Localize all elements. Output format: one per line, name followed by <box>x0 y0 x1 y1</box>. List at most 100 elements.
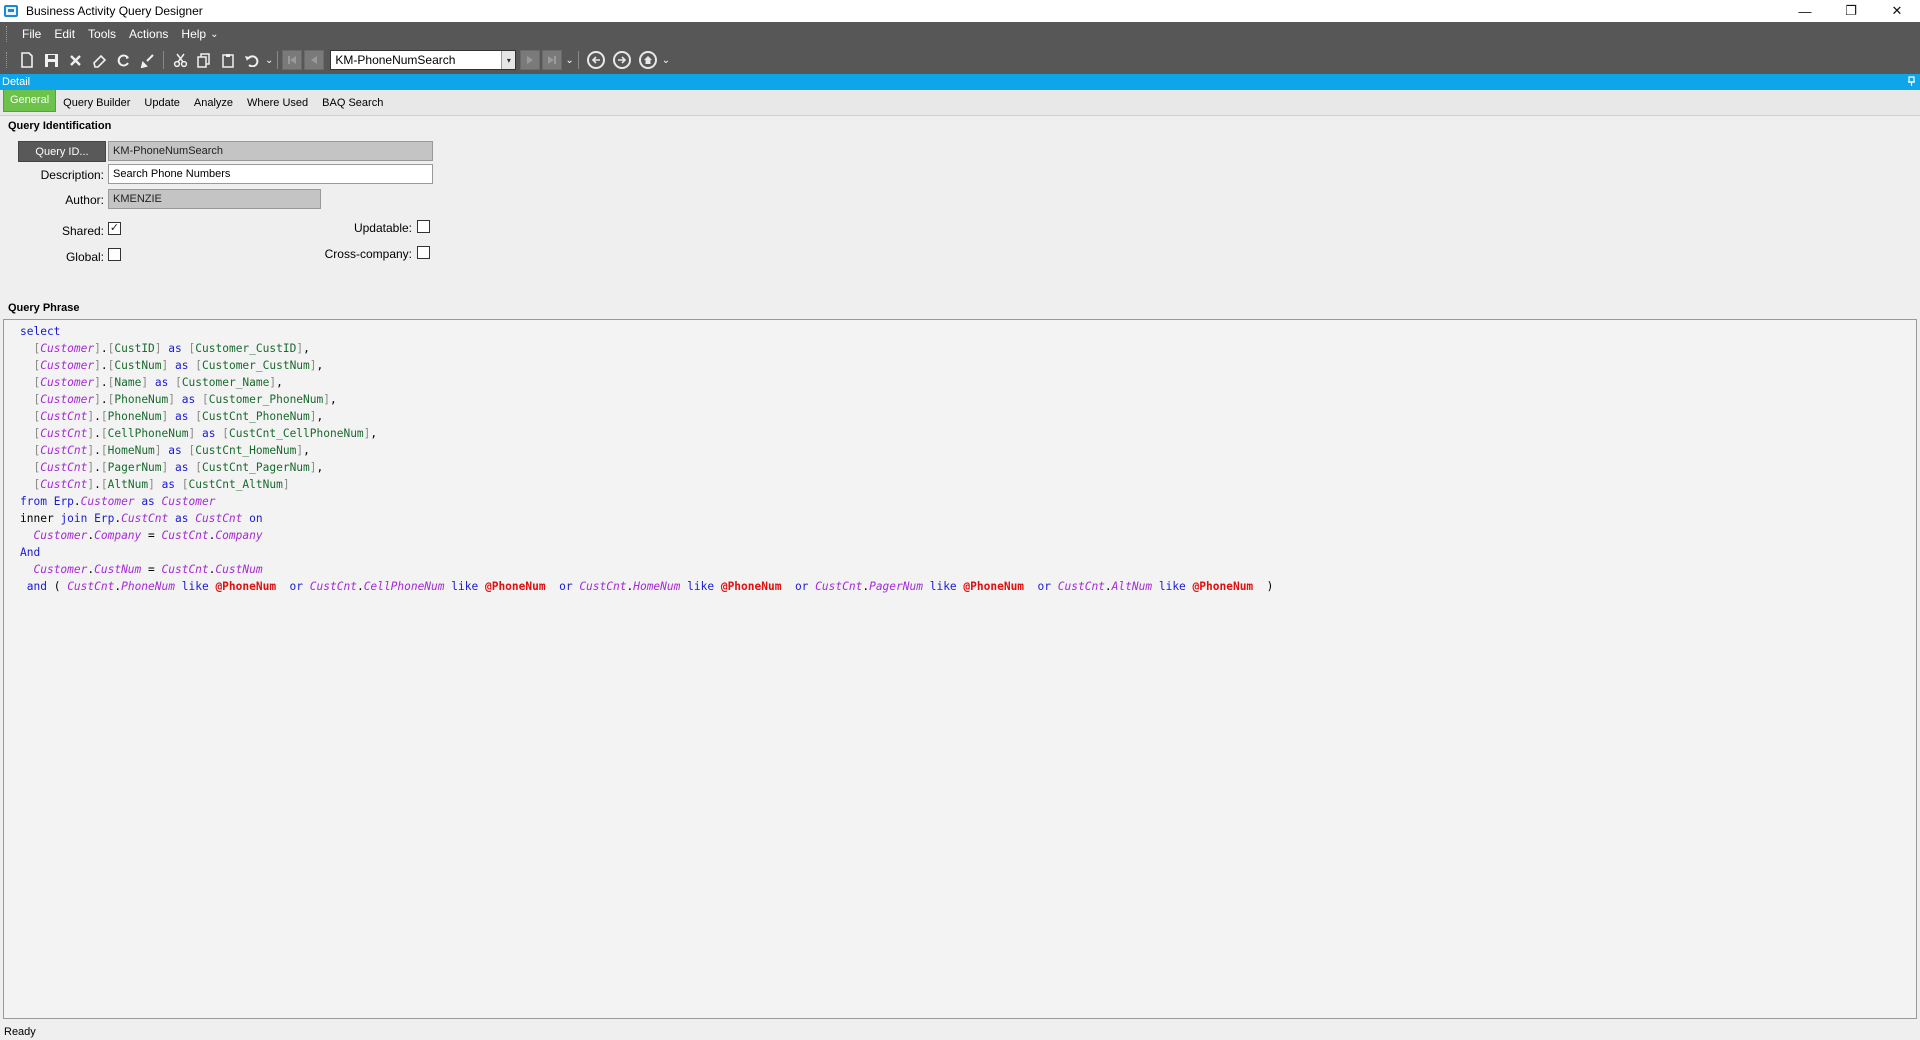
restore-button[interactable]: ❐ <box>1828 0 1874 22</box>
query-token: as <box>175 461 189 474</box>
query-token: CustCnt_PagerNum <box>202 461 310 474</box>
pin-icon[interactable] <box>1907 75 1916 89</box>
query-token: ] <box>309 410 317 423</box>
query-token: . <box>356 580 364 593</box>
query-token: . <box>100 359 108 372</box>
query-token: ] <box>309 359 317 372</box>
paste-icon[interactable] <box>216 49 240 71</box>
query-token: CustCnt_HomeNum <box>195 444 297 457</box>
query-token: CustCnt <box>195 512 243 525</box>
query-token: or <box>794 580 809 593</box>
query-id-field[interactable]: KM-PhoneNumSearch <box>108 141 433 161</box>
brush-icon[interactable] <box>135 49 159 71</box>
query-token: Customer_Name <box>181 376 270 389</box>
query-token <box>1152 580 1159 593</box>
query-token: select <box>20 325 61 338</box>
app-icon <box>4 5 18 17</box>
back-icon[interactable] <box>586 51 605 69</box>
previous-record-icon[interactable] <box>304 50 325 70</box>
delete-icon[interactable] <box>63 49 87 71</box>
tab-where-used[interactable]: Where Used <box>240 97 315 115</box>
record-selector[interactable]: KM-PhoneNumSearch ▾ <box>330 50 517 70</box>
shared-checkbox[interactable]: ✓ <box>108 222 121 235</box>
query-line: and ( CustCnt. PhoneNum like @PhoneNum or… <box>20 578 1916 595</box>
undo-icon[interactable] <box>240 49 264 71</box>
query-line: [Customer].[Name] as [Customer_Name], <box>20 374 1916 391</box>
save-icon[interactable] <box>39 49 63 71</box>
toolbar-separator <box>163 51 164 69</box>
description-field[interactable]: Search Phone Numbers <box>108 164 433 184</box>
query-token <box>20 461 33 474</box>
query-token: Customer_PhoneNum <box>208 393 324 406</box>
query-token <box>1051 580 1058 593</box>
query-token: CustNum <box>114 359 162 372</box>
status-bar: Ready <box>0 1024 1920 1040</box>
navigation-dropdown-icon[interactable]: ⌄ <box>565 55 573 66</box>
query-token: @PhoneNum <box>720 580 782 593</box>
copy-icon[interactable] <box>192 49 216 71</box>
eraser-icon[interactable] <box>87 49 111 71</box>
query-token <box>20 478 33 491</box>
query-token: as <box>175 512 189 525</box>
menu-file[interactable]: File <box>15 27 47 41</box>
query-token <box>478 580 485 593</box>
query-token <box>175 478 182 491</box>
menu-actions[interactable]: Actions <box>122 27 174 41</box>
menu-edit[interactable]: Edit <box>47 27 81 41</box>
query-token <box>20 580 27 593</box>
query-line: Customer.Company = CustCnt.Company <box>20 527 1916 544</box>
query-line: [CustCnt].[PagerNum] as [CustCnt_PagerNu… <box>20 459 1916 476</box>
home-icon[interactable] <box>638 51 657 69</box>
history-dropdown-icon[interactable]: ⌄ <box>662 55 670 66</box>
cut-icon[interactable] <box>168 49 192 71</box>
cross-company-checkbox[interactable] <box>417 246 430 259</box>
tab-analyze[interactable]: Analyze <box>187 97 240 115</box>
close-button[interactable]: ✕ <box>1874 0 1920 22</box>
undo-dropdown-icon[interactable]: ⌄ <box>265 55 273 66</box>
query-token: as <box>175 410 189 423</box>
query-token: [ <box>100 461 108 474</box>
query-token: @PhoneNum <box>484 580 546 593</box>
query-token: or <box>289 580 304 593</box>
minimize-button[interactable]: — <box>1782 0 1828 22</box>
tab-general[interactable]: General <box>3 89 57 112</box>
updatable-checkbox[interactable] <box>417 220 430 233</box>
query-token: as <box>181 393 196 406</box>
query-line: [CustCnt].[AltNum] as [CustCnt_AltNum] <box>20 476 1916 493</box>
query-phrase-editor[interactable]: select [Customer].[CustID] as [Customer_… <box>3 319 1917 1019</box>
query-token: Customer <box>33 563 88 576</box>
new-icon[interactable] <box>15 49 39 71</box>
last-record-icon[interactable] <box>542 50 563 70</box>
query-token: inner <box>20 512 54 525</box>
query-line: [CustCnt].[CellPhoneNum] as [CustCnt_Cel… <box>20 425 1916 442</box>
window-controls: — ❐ ✕ <box>1782 0 1920 22</box>
tab-update[interactable]: Update <box>137 97 186 115</box>
tab-baq-search[interactable]: BAQ Search <box>315 97 390 115</box>
menu-tools[interactable]: Tools <box>81 27 122 41</box>
query-token: Name <box>114 376 142 389</box>
chevron-down-icon[interactable]: ▾ <box>501 51 516 69</box>
first-record-icon[interactable] <box>282 50 303 70</box>
query-token: [ <box>100 478 108 491</box>
tab-query-builder[interactable]: Query Builder <box>56 97 137 115</box>
author-label: Author: <box>65 193 104 207</box>
query-line: And <box>20 544 1916 561</box>
refresh-icon[interactable] <box>111 49 135 71</box>
query-token: as <box>175 359 189 372</box>
global-checkbox[interactable] <box>108 248 121 261</box>
query-token: [ <box>175 376 182 389</box>
query-token: , <box>316 461 324 474</box>
author-field[interactable]: KMENZIE <box>108 189 321 209</box>
query-token: ( <box>46 580 68 593</box>
toolbar-grip <box>6 52 9 68</box>
query-token <box>20 359 33 372</box>
next-record-icon[interactable] <box>520 50 541 70</box>
forward-icon[interactable] <box>612 51 631 69</box>
menu-overflow-icon[interactable]: ⌄ <box>210 29 218 40</box>
query-token: PagerNum <box>869 580 923 593</box>
query-id-button[interactable]: Query ID... <box>18 141 106 162</box>
query-token: ] <box>94 393 101 406</box>
updatable-label: Updatable: <box>353 221 412 235</box>
query-token: [ <box>100 427 108 440</box>
menu-help[interactable]: Help <box>174 27 212 41</box>
